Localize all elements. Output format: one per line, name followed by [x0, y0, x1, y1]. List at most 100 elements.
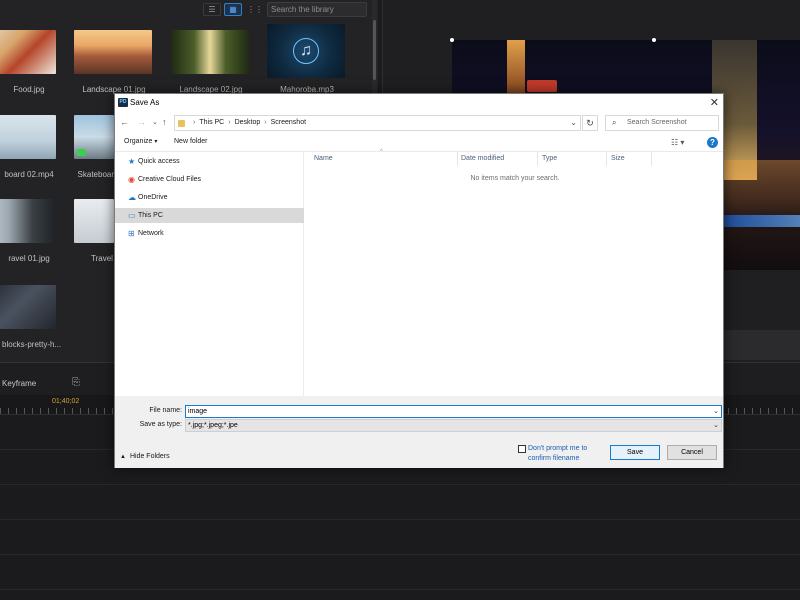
nav-item-network[interactable]: ⊞ Network [115, 226, 304, 241]
chevron-down-icon[interactable]: ⌄ [570, 118, 577, 127]
media-thumbnail[interactable]: Landscape 01.jpg [74, 30, 154, 94]
up-arrow-icon[interactable]: ↑ [162, 117, 167, 127]
dont-prompt-checkbox[interactable] [518, 445, 526, 453]
file-name-label: File name: [149, 407, 182, 414]
music-note-icon: ♫ [293, 38, 319, 64]
resize-handle[interactable] [652, 38, 656, 42]
file-name-input[interactable]: image ⌄ [185, 405, 722, 418]
media-thumbnail[interactable]: ravel 01.jpg [0, 199, 58, 263]
save-as-dialog: PD Save As ✕ ← → ⌄ ↑ › This PC › Desktop › Sc… [114, 93, 724, 468]
media-thumbnail[interactable]: board 02.mp4 [0, 115, 58, 179]
column-divider[interactable] [457, 152, 458, 166]
keyframe-label[interactable]: Keyframe [2, 379, 36, 388]
nav-item-creative-cloud-files[interactable]: ◉ Creative Cloud Files [115, 172, 304, 187]
chevron-down-icon[interactable]: ⌄ [713, 420, 719, 431]
back-arrow-icon[interactable]: ← [120, 117, 129, 127]
search-icon: ⌕ [612, 118, 617, 127]
dialog-title: Save As [130, 98, 160, 107]
chevron-down-icon[interactable]: ⌄ [713, 406, 719, 417]
thumbnail-label: Food.jpg [13, 85, 45, 94]
address-bar[interactable]: › This PC › Desktop › Screenshot ⌄ [174, 115, 581, 131]
help-icon[interactable]: ? [707, 137, 718, 148]
empty-message: No items match your search. [470, 175, 560, 182]
save-button[interactable]: Save [610, 445, 660, 460]
close-icon[interactable]: ✕ [710, 96, 719, 109]
column-header-type[interactable]: Type [542, 155, 557, 162]
thumbnail-label: ravel 01.jpg [8, 254, 50, 263]
preview-controls [720, 330, 800, 360]
column-divider[interactable] [651, 152, 652, 166]
column-divider[interactable] [537, 152, 538, 166]
column-header-size[interactable]: Size [611, 155, 625, 162]
sort-caret-icon: ^ [380, 149, 383, 155]
breadcrumb-desktop[interactable]: Desktop [235, 119, 261, 126]
breadcrumb-this-pc[interactable]: This PC [199, 119, 224, 126]
save-options-area: File name: image ⌄ Save as type: *.jpg;*… [115, 396, 723, 468]
grid-view-button[interactable]: ⋮⋮ [246, 3, 264, 16]
organize-label: Organize [124, 138, 153, 145]
keyframe-icon[interactable]: ⎘ [72, 377, 80, 388]
nav-item-onedrive[interactable]: ☁ OneDrive [115, 190, 304, 205]
chevron-right-icon: › [193, 119, 196, 126]
forward-arrow-icon[interactable]: → [137, 117, 146, 127]
thumbnail-image [74, 30, 152, 74]
thumbnail-view-button[interactable]: ▦ [224, 3, 242, 16]
file-name-value: image [188, 408, 208, 415]
recent-locations-icon[interactable]: ⌄ [152, 118, 158, 126]
media-thumbnail[interactable]: blocks-pretty-h... [0, 285, 61, 349]
thumbnail-image [74, 115, 114, 159]
network-icon: ⊞ [128, 229, 135, 238]
thumbnail-image [0, 199, 56, 243]
library-search-input[interactable]: Search the library [267, 2, 367, 17]
hide-folders-label: Hide Folders [129, 453, 170, 460]
hide-folders-toggle[interactable]: ▲ Hide Folders [120, 453, 170, 460]
media-thumbnail[interactable]: Food.jpg [0, 30, 58, 94]
folder-icon [178, 120, 185, 127]
resize-handle[interactable] [450, 38, 454, 42]
folder-search-input[interactable]: ⌕ Search Screenshot [605, 115, 719, 131]
chevron-right-icon: › [264, 119, 267, 126]
refresh-button[interactable]: ↻ [582, 115, 598, 131]
save-type-label: Save as type: [139, 421, 182, 428]
folder-search-placeholder: Search Screenshot [627, 119, 687, 126]
refresh-icon: ↻ [586, 118, 594, 128]
nav-item-label: OneDrive [138, 194, 168, 201]
caret-down-icon: ▾ [154, 139, 158, 145]
nav-item-this-pc[interactable]: ▭ This PC [115, 208, 304, 223]
column-header-name[interactable]: Name [314, 155, 333, 162]
nav-item-quick-access[interactable]: ★ Quick access [115, 154, 304, 169]
thumbnail-image [74, 199, 114, 243]
nav-item-label: Network [138, 230, 164, 237]
dont-prompt-label[interactable]: Don't prompt me to confirm filename [528, 444, 608, 464]
organize-menu[interactable]: Organize ▾ [124, 138, 157, 145]
nav-item-label: Quick access [138, 158, 180, 165]
new-folder-button[interactable]: New folder [174, 138, 207, 145]
creative-cloud-icon: ◉ [128, 175, 135, 184]
list-view-button[interactable]: ☰ [203, 3, 221, 16]
thumbnail-image [0, 115, 56, 159]
cancel-button[interactable]: Cancel [667, 445, 717, 460]
dialog-titlebar: PD Save As ✕ [115, 94, 723, 112]
chevron-right-icon: › [228, 119, 231, 126]
view-options-icon[interactable]: ☷ ▾ [671, 138, 684, 147]
command-bar: Organize ▾ New folder ☷ ▾ ? [115, 134, 723, 152]
navigation-pane: ★ Quick access ◉ Creative Cloud Files ☁ … [115, 152, 304, 396]
media-thumbnail[interactable]: Landscape 02.jpg [171, 30, 251, 94]
thumbnail-image [0, 30, 56, 74]
breadcrumb-screenshot[interactable]: Screenshot [271, 119, 306, 126]
column-header-date-modified[interactable]: Date modified [461, 155, 504, 162]
thumbnail-label: board 02.mp4 [4, 170, 54, 179]
computer-icon: ▭ [128, 211, 136, 220]
library-search-placeholder: Search the library [271, 5, 334, 14]
media-thumbnail[interactable]: ♫ Mahoroba.mp3 [267, 24, 347, 94]
ruler-timecode: 01;40;02 [52, 398, 80, 405]
thumbnail-image [0, 285, 56, 329]
column-divider[interactable] [606, 152, 607, 166]
star-icon: ★ [128, 157, 136, 166]
caret-up-icon: ▲ [120, 454, 126, 460]
thumbnail-image: ♫ [267, 24, 345, 78]
save-type-select[interactable]: *.jpg;*.jpeg;*.jpe ⌄ [185, 419, 722, 432]
file-list-pane[interactable]: ^ Name Date modified Type Size No items … [304, 149, 723, 396]
navigation-bar: ← → ⌄ ↑ › This PC › Desktop › Screenshot ⌄ ↻ … [115, 112, 723, 134]
cloud-icon: ☁ [128, 193, 136, 202]
